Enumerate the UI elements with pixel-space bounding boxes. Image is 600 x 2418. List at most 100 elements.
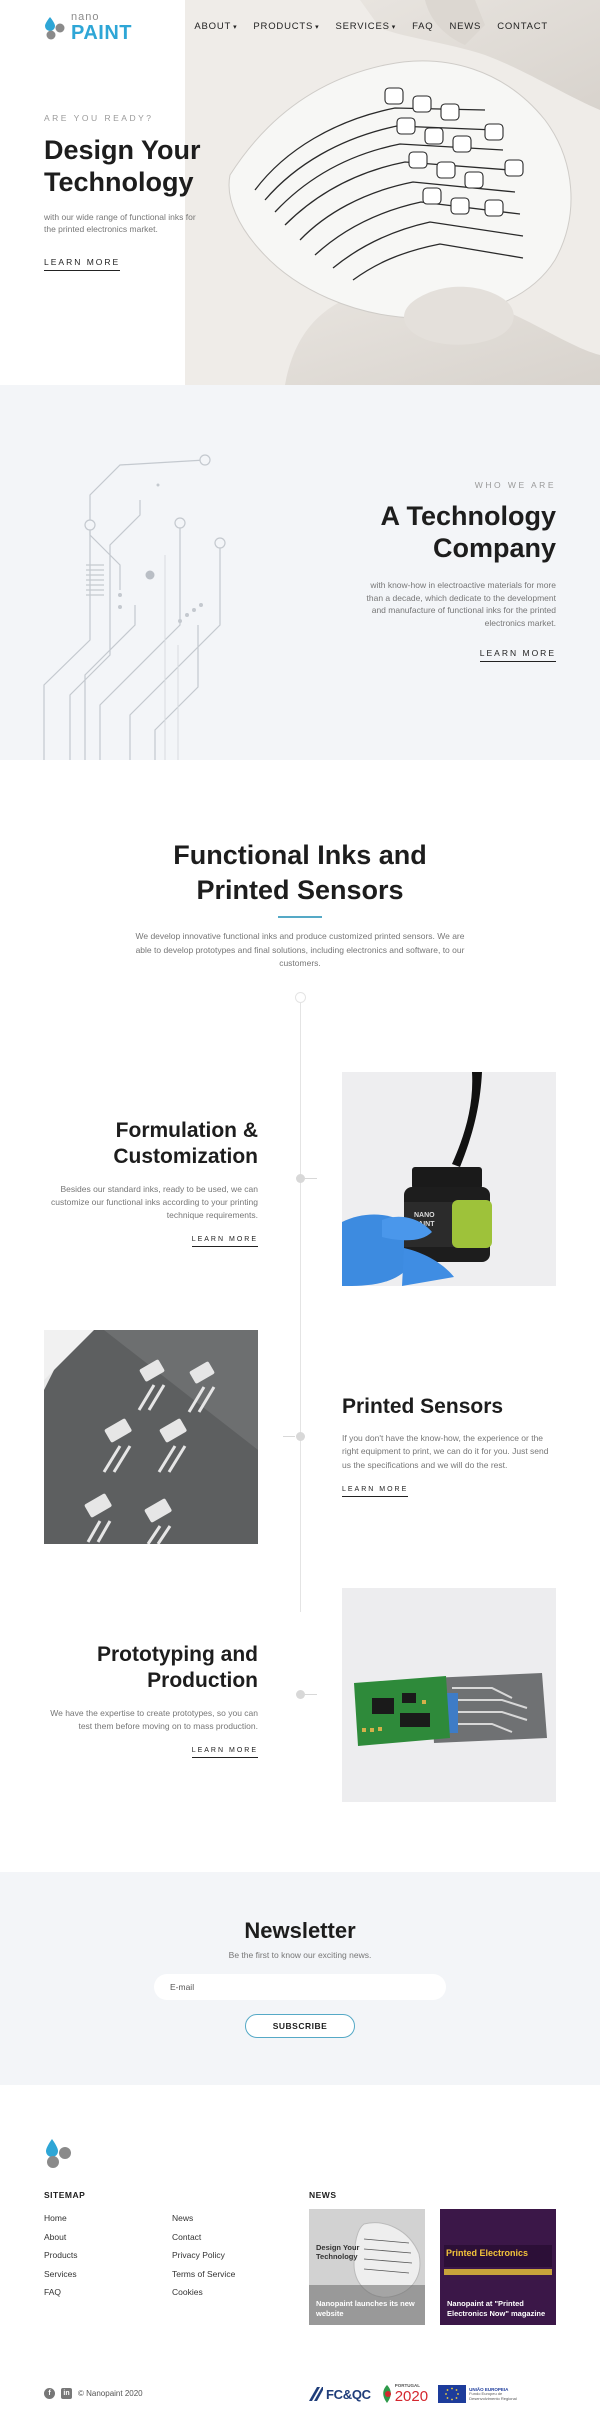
who-learn-more-link[interactable]: LEARN MORE: [479, 648, 556, 662]
circuit-lines-illustration: [30, 385, 290, 760]
feature-printed-sensors-learn-more[interactable]: LEARN MORE: [342, 1486, 409, 1497]
nav-faq[interactable]: FAQ: [412, 21, 433, 32]
nav-services[interactable]: SERVICES ▾: [335, 21, 396, 32]
footer-link-terms[interactable]: Terms of Service: [172, 2269, 235, 2279]
footer-link-contact[interactable]: Contact: [172, 2232, 235, 2242]
nav-faq-label: FAQ: [412, 21, 434, 32]
footer-link-faq[interactable]: FAQ: [44, 2287, 78, 2297]
footer-link-privacy[interactable]: Privacy Policy: [172, 2250, 235, 2260]
feature-printed-sensors: Printed Sensors If you don't have the kn…: [342, 1394, 556, 1497]
feature-formulation-title-line2: Customization: [113, 1145, 258, 1169]
hero-title-line1: Design Your: [44, 135, 201, 165]
caret-down-icon: ▾: [315, 24, 320, 31]
newsletter-section: Newsletter Be the first to know our exci…: [0, 1872, 600, 2085]
who-title-line2: Company: [432, 533, 556, 564]
title-divider: [278, 916, 322, 918]
news-card-magazine[interactable]: Printed Electronics Nanopaint at "Printe…: [440, 2209, 556, 2325]
feature-prototyping-title-line1: Prototyping and: [97, 1643, 258, 1666]
feature-formulation-title-line1: Formulation &: [115, 1119, 258, 1142]
who-we-are-text: WHO WE ARE A Technology Company with kno…: [316, 480, 556, 662]
news-card-website[interactable]: Design Your Technology Nanopaint launche…: [309, 2209, 425, 2325]
footer-link-products[interactable]: Products: [44, 2250, 78, 2260]
feature-formulation-description: Besides our standard inks, ready to be u…: [51, 1183, 258, 1220]
feature-formulation: Formulation & Customization Besides our …: [44, 1118, 258, 1248]
ink-bottle-photo: NANO PAINT: [342, 1072, 556, 1286]
footer-link-cookies[interactable]: Cookies: [172, 2287, 235, 2297]
inks-title: Functional Inks and Printed Sensors: [0, 838, 600, 908]
prototype-board-photo: [342, 1588, 556, 1802]
feature-prototyping-learn-more[interactable]: LEARN MORE: [191, 1747, 258, 1758]
copyright-text: © Nanopaint 2020: [78, 2389, 143, 2398]
footer-link-about[interactable]: About: [44, 2232, 78, 2242]
timeline-connector: [305, 1178, 317, 1179]
nav-contact-label: CONTACT: [497, 21, 548, 32]
hero-description: with our wide range of functional inks f…: [44, 211, 196, 235]
who-eyebrow: WHO WE ARE: [474, 480, 556, 490]
sitemap-heading: SITEMAP: [44, 2190, 86, 2200]
footer-link-news[interactable]: News: [172, 2213, 235, 2223]
newsletter-subtitle: Be the first to know our exciting news.: [228, 1950, 372, 1960]
feature-prototyping-title: Prototyping and Production: [44, 1642, 258, 1695]
footer-link-services[interactable]: Services: [44, 2269, 78, 2279]
feature-printed-sensors-title: Printed Sensors: [342, 1395, 504, 1418]
newsletter-email-input[interactable]: [154, 1974, 446, 2000]
hero-title-line2: Technology: [44, 166, 194, 197]
caret-down-icon: ▾: [391, 24, 397, 31]
nav-products-label: PRODUCTS: [253, 21, 314, 32]
logo-wordmark: nano PAINT: [71, 12, 132, 44]
site-logo[interactable]: nano PAINT: [44, 12, 132, 43]
facebook-icon[interactable]: f: [44, 2388, 55, 2399]
feature-prototyping-description: We have the expertise to create prototyp…: [50, 1707, 258, 1731]
feature-formulation-title: Formulation & Customization: [44, 1118, 258, 1171]
nav-contact[interactable]: CONTACT: [497, 21, 548, 32]
timeline-line: [300, 997, 301, 1612]
feature-prototyping: Prototyping and Production We have the e…: [44, 1642, 258, 1758]
news-card-caption-magazine: Nanopaint at "Printed Electronics Now" m…: [447, 2299, 546, 2318]
timeline-dot: [296, 1690, 305, 1699]
inks-title-line2: Printed Sensors: [196, 875, 404, 906]
main-nav: ABOUT ▾ PRODUCTS ▾ SERVICES ▾ FAQ NEWS CONT…: [194, 21, 548, 32]
nav-products[interactable]: PRODUCTS ▾: [253, 21, 319, 32]
inks-description: We develop innovative functional inks an…: [135, 931, 465, 969]
who-description: with know-how in electroactive materials…: [366, 579, 557, 629]
sitemap-column-1: Home About Products Services FAQ: [44, 2213, 78, 2306]
sitemap-column-2: News Contact Privacy Policy Terms of Ser…: [172, 2213, 235, 2306]
timeline-dot: [296, 1174, 305, 1183]
site-footer: SITEMAP Home About Products Services FAQ…: [0, 2085, 600, 2418]
printed-sensors-photo: [44, 1330, 258, 1544]
news-thumb-title-magazine: Printed Electronics: [446, 2248, 529, 2258]
hero-title: Design Your Technology: [44, 135, 244, 199]
who-title: A Technology Company: [316, 500, 557, 565]
feature-printed-sensors-description: If you don't have the know-how, the expe…: [342, 1433, 549, 1470]
hero-section: ARE YOU READY? Design Your Technology wi…: [0, 0, 600, 385]
page: nano PAINT ABOUT ▾ PRODUCTS ▾ SERVICES ▾ FA…: [0, 0, 600, 2418]
nav-services-label: SERVICES: [335, 21, 390, 32]
news-thumb-title-website: Design Your Technology: [316, 2243, 360, 2261]
linkedin-icon[interactable]: in: [61, 2388, 72, 2399]
news-heading: NEWS: [309, 2190, 337, 2200]
eu-text-line2: Fundo Europeu de Desenvolvimento Regiona…: [469, 2390, 517, 2401]
hero-learn-more-link[interactable]: LEARN MORE: [44, 257, 121, 272]
nav-about-label: ABOUT: [194, 21, 232, 32]
fcqc-logo: FC&QC: [309, 2387, 371, 2402]
caret-down-icon: ▾: [233, 24, 238, 31]
hero-eyebrow: ARE YOU READY?: [44, 113, 154, 123]
timeline-connector: [283, 1436, 295, 1437]
newsletter-title: Newsletter: [244, 1918, 356, 1943]
portugal-2020-logo: PORTUGAL 2020: [381, 2384, 428, 2404]
footer-bottom-bar: f in © Nanopaint 2020: [44, 2388, 143, 2399]
timeline-dot: [296, 1432, 305, 1441]
fcqc-text: FC&QC: [326, 2386, 371, 2402]
inks-title-line1: Functional Inks and: [173, 840, 427, 870]
feature-formulation-learn-more[interactable]: LEARN MORE: [191, 1236, 258, 1248]
footer-link-home[interactable]: Home: [44, 2213, 78, 2223]
partner-logos: FC&QC PORTUGAL 2020 UNIÃO EUROPEIA Fundo…: [309, 2383, 557, 2405]
subscribe-button[interactable]: SUBSCRIBE: [245, 2014, 355, 2038]
hero-image-flexible-circuit: [185, 0, 600, 385]
nav-news[interactable]: NEWS: [449, 21, 481, 32]
nav-news-label: NEWS: [449, 21, 482, 32]
timeline-start-circle: [295, 992, 306, 1003]
nav-about[interactable]: ABOUT ▾: [194, 21, 237, 32]
portugal-2020-text: 2020: [394, 2387, 429, 2405]
who-title-line1: A Technology: [380, 501, 557, 531]
